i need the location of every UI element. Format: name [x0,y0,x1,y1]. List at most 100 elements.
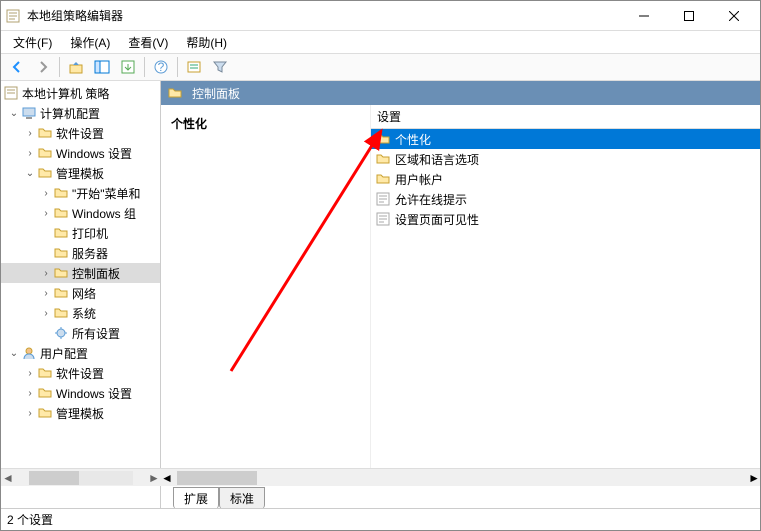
folder-icon [37,405,53,421]
tree-label: 本地计算机 策略 [22,85,109,102]
detail-body: 个性化 设置 个性化 区域和语言选项 [161,105,760,468]
list-item-personalization[interactable]: 个性化 [371,129,760,149]
tree-label: 打印机 [72,225,108,242]
chevron-right-icon[interactable]: › [39,308,53,319]
tree-pane[interactable]: 本地计算机 策略 ⌄ 计算机配置 › 软件设置 › Windows 设置 ⌄ 管… [1,81,161,508]
chevron-down-icon[interactable]: ⌄ [7,108,21,119]
forward-button[interactable] [31,55,55,79]
show-hide-tree-button[interactable] [90,55,114,79]
detail-horizontal-scrollbar[interactable]: ◄ ► [161,468,760,486]
chevron-right-icon[interactable]: › [39,288,53,299]
detail-tabs: 扩展 标准 [161,486,760,508]
minimize-button[interactable] [621,1,666,30]
tree-servers[interactable]: › 服务器 [1,243,160,263]
tree-root[interactable]: 本地计算机 策略 [1,83,160,103]
tree-windows-settings[interactable]: › Windows 设置 [1,143,160,163]
scroll-right-icon[interactable]: ► [748,471,760,485]
tree-label: 所有设置 [72,325,120,342]
folder-icon [53,285,69,301]
window-buttons [621,1,756,30]
menu-action[interactable]: 操作(A) [62,32,118,53]
tree-network[interactable]: › 网络 [1,283,160,303]
chevron-right-icon[interactable]: › [23,408,37,419]
list-item-online-tips[interactable]: 允许在线提示 [371,189,760,209]
computer-icon [21,105,37,121]
chevron-right-icon[interactable]: › [23,388,37,399]
policy-setting-icon [375,211,391,227]
chevron-right-icon[interactable]: › [23,148,37,159]
tree-horizontal-scrollbar[interactable]: ◄ ► [1,468,161,486]
tree-start-menu[interactable]: › "开始"菜单和 [1,183,160,203]
tab-extended[interactable]: 扩展 [173,487,219,508]
tree-system[interactable]: › 系统 [1,303,160,323]
chevron-right-icon[interactable]: › [39,208,53,219]
list-item-label: 个性化 [395,131,431,148]
toolbar: ? [1,53,760,81]
tab-standard[interactable]: 标准 [219,487,265,508]
chevron-right-icon[interactable]: › [23,128,37,139]
tree-label: Windows 组 [72,205,136,222]
scrollbar-thumb[interactable] [177,471,257,485]
folder-icon [37,145,53,161]
menu-view[interactable]: 查看(V) [120,32,176,53]
back-button[interactable] [5,55,29,79]
folder-icon [53,205,69,221]
tree-admin-templates[interactable]: ⌄ 管理模板 [1,163,160,183]
help-button[interactable]: ? [149,55,173,79]
maximize-button[interactable] [666,1,711,30]
list-item-label: 设置页面可见性 [395,211,479,228]
tree-printers[interactable]: › 打印机 [1,223,160,243]
menu-help[interactable]: 帮助(H) [178,32,235,53]
tree-label: "开始"菜单和 [72,185,141,202]
folder-icon [375,131,391,147]
chevron-right-icon[interactable]: › [39,268,53,279]
chevron-right-icon[interactable]: › [23,368,37,379]
tree-computer-config[interactable]: ⌄ 计算机配置 [1,103,160,123]
scroll-left-icon[interactable]: ◄ [161,471,173,485]
scroll-left-icon[interactable]: ◄ [1,471,15,485]
list-item-region-language[interactable]: 区域和语言选项 [371,149,760,169]
titlebar: 本地组策略编辑器 [1,1,760,31]
close-button[interactable] [711,1,756,30]
chevron-down-icon[interactable]: ⌄ [7,348,21,359]
chevron-down-icon[interactable]: ⌄ [23,168,37,179]
tree-label: 软件设置 [56,125,104,142]
toolbar-separator [144,57,145,77]
export-button[interactable] [116,55,140,79]
settings-list[interactable]: 个性化 区域和语言选项 用户帐户 允许在线提示 [371,129,760,468]
tree-windows-components[interactable]: › Windows 组 [1,203,160,223]
tree-user-config[interactable]: ⌄ 用户配置 [1,343,160,363]
policy-icon [3,85,19,101]
up-button[interactable] [64,55,88,79]
tree-user-windows[interactable]: › Windows 设置 [1,383,160,403]
tree-user-software[interactable]: › 软件设置 [1,363,160,383]
menu-file[interactable]: 文件(F) [5,32,60,53]
detail-right-panel: 设置 个性化 区域和语言选项 用户帐户 [371,105,760,468]
settings-icon [53,325,69,341]
window-title: 本地组策略编辑器 [27,7,621,24]
scroll-right-icon[interactable]: ► [147,471,161,485]
tree-label: 用户配置 [40,345,88,362]
folder-icon [53,185,69,201]
scrollbar-track[interactable] [29,471,133,485]
filter-button[interactable] [208,55,232,79]
list-item-user-accounts[interactable]: 用户帐户 [371,169,760,189]
chevron-right-icon[interactable]: › [39,188,53,199]
folder-icon [53,305,69,321]
tree-user-admin[interactable]: › 管理模板 [1,403,160,423]
tree-control-panel[interactable]: › 控制面板 [1,263,160,283]
tree-label: 软件设置 [56,365,104,382]
tree-all-settings[interactable]: › 所有设置 [1,323,160,343]
menubar: 文件(F) 操作(A) 查看(V) 帮助(H) [1,31,760,53]
scrollbar-thumb[interactable] [29,471,79,485]
filter-options-button[interactable] [182,55,206,79]
tree-software-settings[interactable]: › 软件设置 [1,123,160,143]
tab-label: 扩展 [184,492,208,506]
toolbar-separator [177,57,178,77]
list-item-page-visibility[interactable]: 设置页面可见性 [371,209,760,229]
detail-pane: 控制面板 个性化 设置 个性化 [161,81,760,508]
column-label: 设置 [377,108,401,125]
app-icon [5,8,21,24]
column-header-setting[interactable]: 设置 [371,105,760,129]
user-icon [21,345,37,361]
